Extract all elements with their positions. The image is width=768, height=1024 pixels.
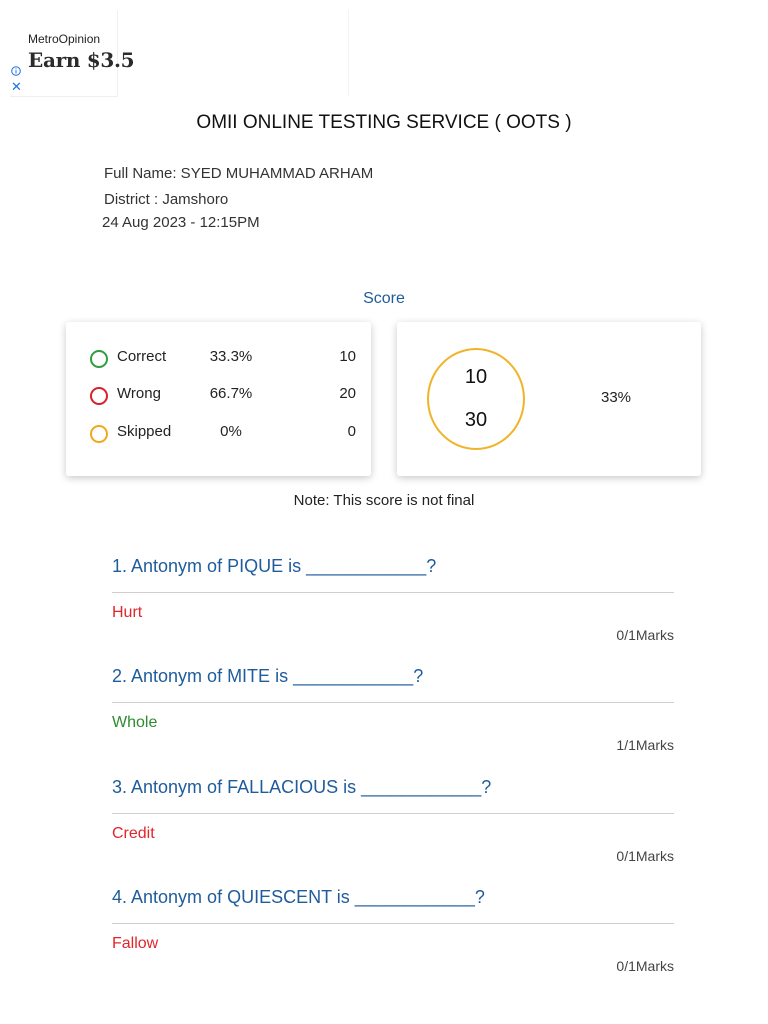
- question-item: 3. Antonym of FALLACIOUS is ____________…: [112, 777, 674, 885]
- question-marks: 0/1Marks: [616, 627, 674, 643]
- question-item: 2. Antonym of MITE is ____________? Whol…: [112, 666, 674, 774]
- correct-ring-icon: [90, 350, 108, 368]
- question-marks: 0/1Marks: [616, 848, 674, 864]
- score-row-label: Wrong: [117, 385, 161, 402]
- ad-brand[interactable]: MetroOpinion: [28, 32, 100, 46]
- wrong-ring-icon: [90, 387, 108, 405]
- answer-text: Hurt: [112, 604, 143, 621]
- score-row-percent: 33.3%: [209, 348, 253, 365]
- score-obtained: 10: [464, 366, 488, 388]
- skipped-ring-icon: [90, 425, 108, 443]
- score-row-label: Skipped: [117, 423, 172, 440]
- score-row-count: 0: [347, 423, 356, 440]
- candidate-name: Full Name: SYED MUHAMMAD ARHAM: [104, 165, 374, 182]
- ad-whitespace: [117, 10, 349, 96]
- question-text: 3. Antonym of FALLACIOUS is ____________…: [112, 777, 492, 797]
- question-text: 4. Antonym of QUIESCENT is ____________?: [112, 887, 485, 907]
- ad-banner[interactable]: MetroOpinion Earn $3.5 ✕: [10, 10, 135, 97]
- score-row-wrong: Wrong 66.7% 20: [66, 384, 371, 408]
- question-divider: [112, 592, 674, 593]
- score-row-count: 20: [339, 385, 356, 402]
- score-row-skipped: Skipped 0% 0: [66, 422, 371, 446]
- question-text: 1. Antonym of PIQUE is ____________?: [112, 556, 437, 576]
- answer-text: Whole: [112, 714, 158, 731]
- score-gauge-card: 10 30 33%: [397, 322, 701, 476]
- question-item: 1. Antonym of PIQUE is ____________? Hur…: [112, 556, 674, 664]
- question-marks: 1/1Marks: [616, 737, 674, 753]
- score-gauge: 10 30: [427, 348, 525, 450]
- score-percent: 33%: [601, 389, 632, 406]
- answer-text: Fallow: [112, 935, 159, 952]
- question-divider: [112, 702, 674, 703]
- page-title: OMII ONLINE TESTING SERVICE ( OOTS ): [196, 112, 572, 133]
- score-row-label: Correct: [117, 348, 167, 365]
- score-total: 30: [464, 409, 488, 431]
- score-breakdown-card: Correct 33.3% 10 Wrong 66.7% 20 Skipped …: [66, 322, 371, 476]
- candidate-district: District : Jamshoro: [104, 191, 229, 208]
- question-text: 2. Antonym of MITE is ____________?: [112, 666, 424, 686]
- score-row-count: 10: [339, 348, 356, 365]
- info-icon[interactable]: [11, 66, 21, 76]
- question-divider: [112, 923, 674, 924]
- answer-text: Credit: [112, 825, 155, 842]
- score-note: Note: This score is not final: [293, 492, 475, 509]
- score-row-percent: 66.7%: [209, 385, 253, 402]
- score-row-correct: Correct 33.3% 10: [66, 347, 371, 371]
- question-divider: [112, 813, 674, 814]
- score-heading: Score: [363, 290, 405, 307]
- close-icon[interactable]: ✕: [11, 80, 22, 93]
- question-marks: 0/1Marks: [616, 958, 674, 974]
- question-item: 4. Antonym of QUIESCENT is ____________?…: [112, 887, 674, 995]
- test-datetime: 24 Aug 2023 - 12:15PM: [102, 214, 260, 231]
- score-row-percent: 0%: [220, 423, 242, 440]
